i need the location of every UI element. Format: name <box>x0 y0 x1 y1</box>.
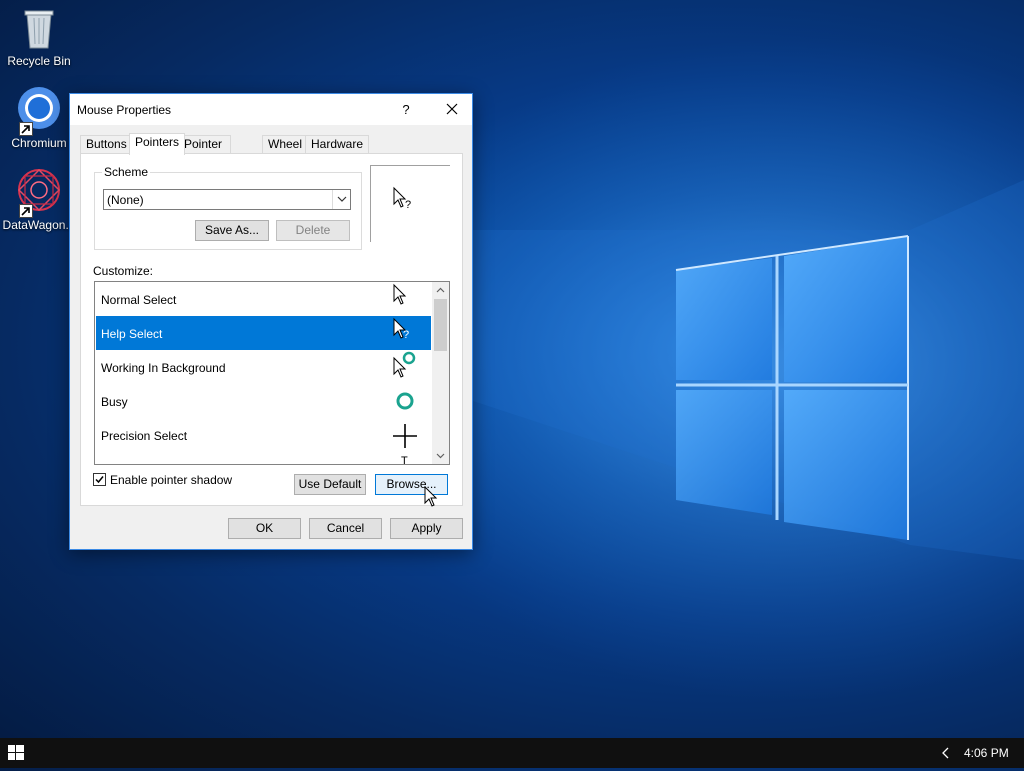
chevron-up-icon[interactable] <box>432 282 449 299</box>
crosshair-cursor-icon <box>386 418 426 452</box>
working-cursor-icon <box>386 350 426 384</box>
checkmark-icon <box>95 476 104 484</box>
cancel-button[interactable]: Cancel <box>309 518 382 539</box>
chevron-left-icon <box>942 747 949 759</box>
close-icon <box>446 103 458 115</box>
save-as-button[interactable]: Save As... <box>195 220 269 241</box>
svg-text:?: ? <box>405 199 411 211</box>
chevron-down-icon[interactable] <box>332 190 350 209</box>
chromium-icon <box>15 86 63 136</box>
close-button[interactable] <box>430 94 474 125</box>
desktop-icon-label: DataWagon... <box>2 218 76 232</box>
desktop-icon-label: Recycle Bin <box>7 54 71 68</box>
start-button[interactable] <box>0 738 32 768</box>
use-default-button[interactable]: Use Default <box>294 474 366 495</box>
tab-hardware[interactable]: Hardware <box>305 135 370 154</box>
text-cursor-icon: T <box>386 452 426 465</box>
shortcut-arrow-icon <box>19 204 33 218</box>
list-item-label: Help Select <box>101 327 163 341</box>
enable-pointer-shadow-label: Enable pointer shadow <box>110 473 233 487</box>
svg-text:?: ? <box>403 329 409 341</box>
list-item-label: Busy <box>101 395 128 409</box>
desktop-icon-datawagon[interactable]: DataWagon... <box>1 168 77 232</box>
list-item[interactable]: T <box>96 452 431 465</box>
list-item[interactable]: Precision Select <box>96 418 431 452</box>
scrollbar-thumb[interactable] <box>434 299 447 351</box>
dialog-title: Mouse Properties <box>77 103 172 117</box>
scheme-value: (None) <box>107 193 144 207</box>
customize-label: Customize: <box>93 264 154 278</box>
mouse-pointer-icon <box>424 486 438 507</box>
scheme-group: Scheme (None) Save As... Delete <box>94 165 362 250</box>
busy-cursor-icon <box>386 384 426 418</box>
help-cursor-icon: ? <box>386 316 426 350</box>
apply-button[interactable]: Apply <box>390 518 463 539</box>
help-cursor-icon: ? <box>393 186 411 211</box>
list-item-label: Precision Select <box>101 429 188 443</box>
datawagon-icon <box>15 168 63 218</box>
list-item-label: Working In Background <box>101 361 226 375</box>
tab-pointer-options[interactable]: Pointer Options <box>178 135 232 168</box>
cursor-preview: ? <box>370 165 450 242</box>
list-item[interactable]: Working In Background <box>96 350 431 384</box>
desktop-icon-label: Chromium <box>11 136 67 150</box>
show-hidden-icons-button[interactable] <box>936 738 956 768</box>
shortcut-arrow-icon <box>19 122 33 136</box>
delete-button[interactable]: Delete <box>276 220 350 241</box>
tab-wheel[interactable]: Wheel <box>262 135 309 154</box>
list-item[interactable]: Normal Select <box>96 282 431 316</box>
scheme-dropdown[interactable]: (None) <box>103 189 351 210</box>
checkbox-box[interactable] <box>93 473 106 486</box>
scheme-legend: Scheme <box>102 165 151 179</box>
pointer-list-scrollbar[interactable] <box>432 282 449 464</box>
ok-button[interactable]: OK <box>228 518 301 539</box>
desktop-icon-chromium[interactable]: Chromium <box>1 86 77 150</box>
tab-pointers[interactable]: Pointers <box>129 133 186 155</box>
desktop-icon-recycle-bin[interactable]: Recycle Bin <box>1 4 77 68</box>
arrow-cursor-icon <box>386 282 426 316</box>
list-item[interactable]: Busy <box>96 384 431 418</box>
help-button[interactable]: ? <box>388 94 424 125</box>
chevron-down-icon[interactable] <box>432 447 449 464</box>
tab-buttons[interactable]: Buttons <box>80 135 133 154</box>
svg-text:T: T <box>401 455 408 465</box>
taskbar: 4:06 PM <box>0 738 1024 768</box>
taskbar-clock[interactable]: 4:06 PM <box>964 746 1009 760</box>
dialog-titlebar[interactable]: Mouse Properties ? <box>70 94 472 125</box>
mouse-properties-dialog: Mouse Properties ? Buttons Pointers Poin… <box>69 93 473 550</box>
pointers-tab-panel: Scheme (None) Save As... Delete ? Custom… <box>80 153 463 506</box>
windows-logo-icon <box>8 745 24 760</box>
list-item-label: Normal Select <box>101 293 177 307</box>
pointer-list[interactable]: Normal Select Help Select ? Working In B… <box>94 281 450 465</box>
list-item[interactable]: Help Select ? <box>96 316 431 350</box>
recycle-bin-icon <box>15 4 63 52</box>
